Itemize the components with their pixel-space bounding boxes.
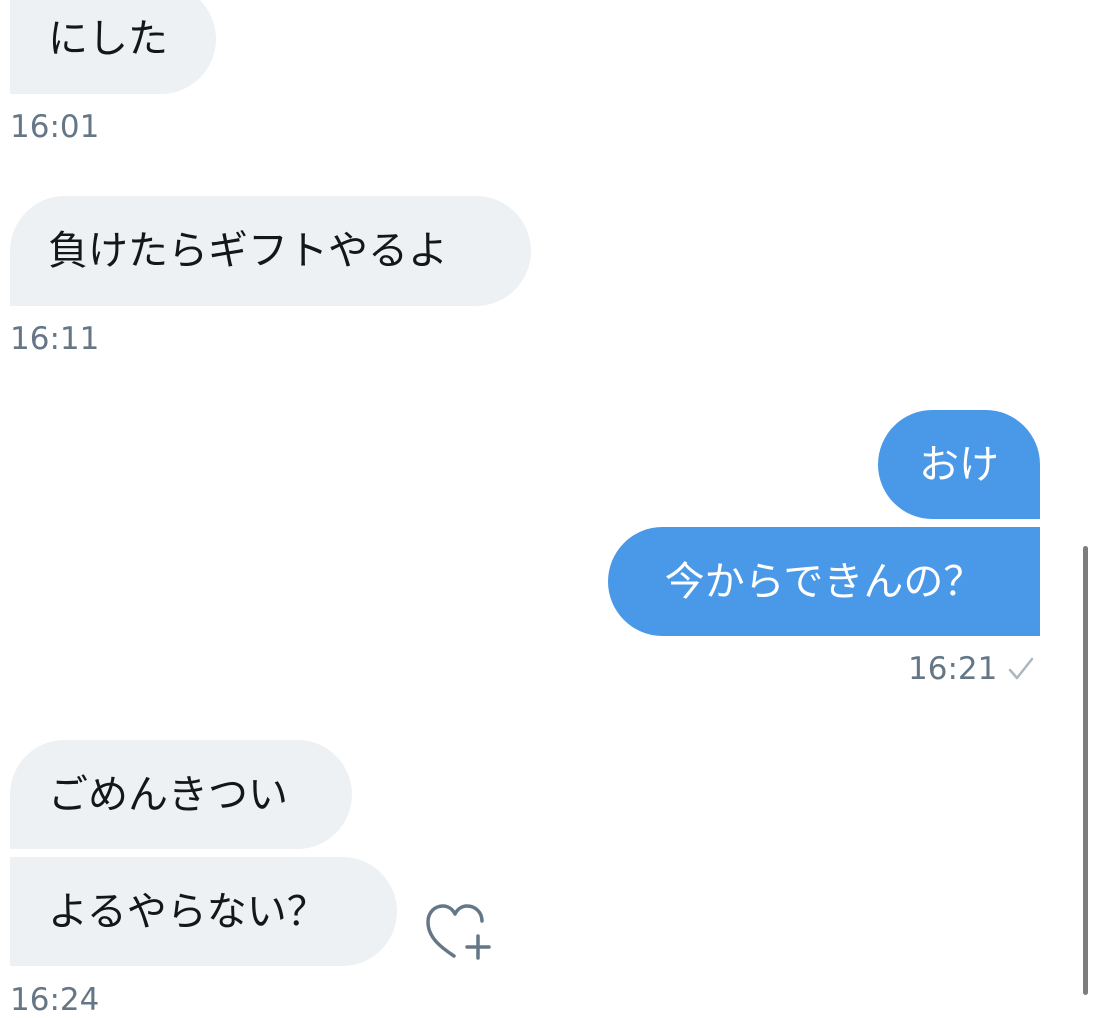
message-text: ごめんきつい [48, 771, 288, 818]
checkmark-icon [1008, 657, 1034, 680]
message-text: 負けたらギフトやるよ [48, 228, 448, 274]
message-text: 今からできんの？ [664, 558, 984, 605]
message-text: おけ [919, 441, 999, 488]
heart-plus-icon[interactable] [420, 898, 492, 964]
scrollbar[interactable] [1083, 546, 1088, 995]
message-text: にした [48, 16, 168, 62]
message-timestamp: 16:24 [10, 982, 100, 1018]
message-bubble-incoming[interactable]: にした [10, 0, 216, 94]
message-text: よるやらない？ [48, 888, 327, 935]
message-bubble-incoming[interactable]: よるやらない？ [10, 857, 397, 966]
message-timestamp: 16:21 [908, 651, 998, 687]
message-bubble-incoming[interactable]: ごめんきつい [10, 740, 352, 849]
message-bubble-outgoing[interactable]: 今からできんの？ [608, 527, 1040, 636]
message-bubble-outgoing[interactable]: おけ [878, 410, 1040, 519]
message-bubble-incoming[interactable]: 負けたらギフトやるよ [10, 196, 531, 306]
message-timestamp: 16:01 [10, 109, 100, 145]
message-timestamp: 16:11 [10, 321, 100, 357]
